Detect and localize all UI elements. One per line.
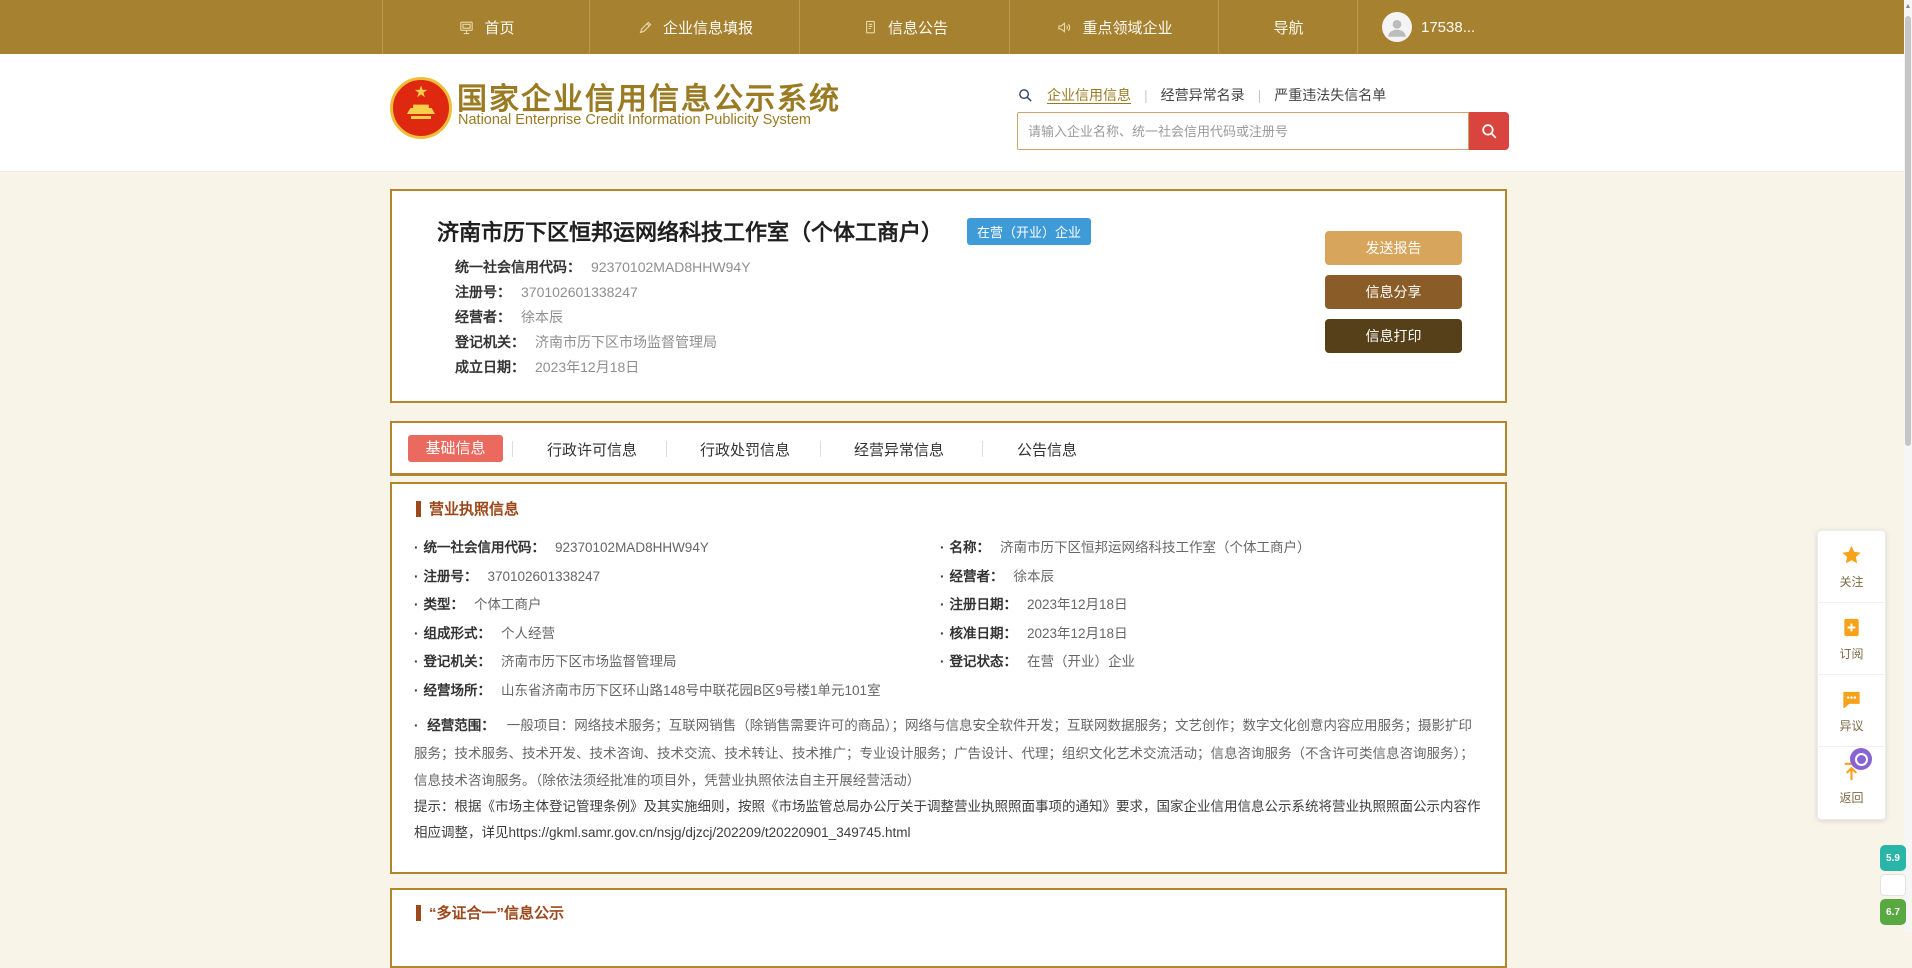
national-emblem-logo: ★ <box>390 77 452 139</box>
vertical-scrollbar: ▲ <box>1904 0 1912 932</box>
company-summary-card: 济南市历下区恒邦运网络科技工作室（个体工商户） 在营（开业）企业 统一社会信用代… <box>390 189 1507 403</box>
tab-admin-penalty[interactable]: 行政处罚信息 <box>675 439 815 460</box>
nav-item-report[interactable]: 企业信息填报 <box>589 0 800 54</box>
top-navbar: 首页 企业信息填报 信息公告 重点领域企业 导航 17538... <box>0 0 1912 54</box>
search-button[interactable] <box>1469 112 1509 150</box>
section-header: 营业执照信息 <box>416 498 519 519</box>
field-row: 登记机关：济南市历下区市场监督管理局 <box>414 648 936 677</box>
section-title: “多证合一”信息公示 <box>429 902 564 923</box>
search-input[interactable] <box>1017 112 1469 150</box>
company-name: 济南市历下区恒邦运网络科技工作室（个体工商户） <box>437 215 943 247</box>
field-row: 注册日期：2023年12月18日 <box>940 591 1485 620</box>
avatar-icon <box>1382 12 1412 42</box>
share-info-button[interactable]: 信息分享 <box>1325 275 1462 309</box>
site-header: ★ 国家企业信用信息公示系统 National Enterprise Credi… <box>0 54 1912 172</box>
score-badge-spacer <box>1880 874 1906 896</box>
subscribe-plus-icon <box>1840 616 1863 639</box>
company-row: 统一社会信用代码：92370102MAD8HHW94Y <box>455 255 751 280</box>
field-row: 经营者：徐本辰 <box>940 563 1485 592</box>
business-scope-value: 一般项目：网络技术服务；互联网销售（除销售需要许可的商品）；网络与信息安全软件开… <box>414 718 1474 788</box>
business-scope-row: 经营范围：一般项目：网络技术服务；互联网销售（除销售需要许可的商品）；网络与信息… <box>414 712 1482 795</box>
search-tab-violation-list[interactable]: 严重违法失信名单 <box>1274 85 1386 105</box>
speaker-icon <box>1056 19 1073 36</box>
field-row: 核准日期：2023年12月18日 <box>940 620 1485 649</box>
status-badge: 在营（开业）企业 <box>967 218 1091 245</box>
field-row: 统一社会信用代码：92370102MAD8HHW94Y <box>414 534 936 563</box>
field-row: 登记状态：在营（开业）企业 <box>940 648 1485 677</box>
search-icon <box>1017 87 1034 104</box>
license-fields-right: 名称：济南市历下区恒邦运网络科技工作室（个体工商户） 经营者：徐本辰 注册日期：… <box>940 534 1485 677</box>
nav-item-label: 导航 <box>1273 17 1303 38</box>
search-icon <box>1480 122 1499 141</box>
tab-separator: | <box>1258 87 1262 103</box>
search-tab-credit-info[interactable]: 企业信用信息 <box>1047 85 1131 105</box>
bulletin-icon <box>862 19 879 36</box>
tab-separator: | <box>1144 87 1148 103</box>
field-row: 组成形式：个人经营 <box>414 620 936 649</box>
pen-icon <box>637 19 654 36</box>
subscribe-button[interactable]: 订阅 <box>1818 603 1885 675</box>
star-icon <box>1840 544 1863 567</box>
scrollbar-thumb[interactable] <box>1905 16 1911 446</box>
chat-bubble-icon <box>1840 688 1863 711</box>
tab-announcement[interactable]: 公告信息 <box>992 439 1102 460</box>
search-category-tabs: 企业信用信息 | 经营异常名录 | 严重违法失信名单 <box>1017 84 1386 106</box>
objection-button[interactable]: 异议 <box>1818 675 1885 747</box>
nav-item-label: 重点领域企业 <box>1082 17 1172 38</box>
nav-item-key-enterprises[interactable]: 重点领域企业 <box>1009 0 1219 54</box>
tab-abnormal-operation[interactable]: 经营异常信息 <box>829 439 969 460</box>
company-row: 成立日期：2023年12月18日 <box>455 355 751 380</box>
company-row: 登记机关：济南市历下区市场监督管理局 <box>455 330 751 355</box>
monitor-icon <box>458 19 475 36</box>
scrollbar-up-arrow[interactable]: ▲ <box>1904 0 1912 14</box>
send-report-button[interactable]: 发送报告 <box>1325 231 1462 265</box>
section-header: “多证合一”信息公示 <box>416 902 564 923</box>
company-row: 经营者：徐本辰 <box>455 305 751 330</box>
license-notice: 提示：根据《市场主体登记管理条例》及其实施细则，按照《市场监管总局办公厅关于调整… <box>414 794 1482 846</box>
nav-item-bulletin[interactable]: 信息公告 <box>799 0 1010 54</box>
nav-item-home[interactable]: 首页 <box>382 0 590 54</box>
site-subtitle: National Enterprise Credit Information P… <box>458 112 811 128</box>
search-tab-abnormal-list[interactable]: 经营异常名录 <box>1161 85 1245 105</box>
follow-button[interactable]: 关注 <box>1818 531 1885 603</box>
field-row: 类型：个体工商户 <box>414 591 936 620</box>
print-info-button[interactable]: 信息打印 <box>1325 319 1462 353</box>
score-badge-top: 5.9 <box>1880 845 1906 871</box>
nav-item-navigation[interactable]: 导航 <box>1218 0 1358 54</box>
field-row: 注册号：370102601338247 <box>414 563 936 592</box>
floating-side-toolbar: 关注 订阅 异议 返回 <box>1817 530 1886 820</box>
nav-user-label: 17538... <box>1421 19 1475 36</box>
license-fields-left: 统一社会信用代码：92370102MAD8HHW94Y 注册号：37010260… <box>414 534 936 705</box>
score-overlay: 5.9 6.7 <box>1880 845 1906 928</box>
tab-admin-license[interactable]: 行政许可信息 <box>522 439 662 460</box>
business-license-card: 营业执照信息 统一社会信用代码：92370102MAD8HHW94Y 注册号：3… <box>390 482 1507 874</box>
company-row: 注册号：370102601338247 <box>455 280 751 305</box>
detail-tabs-bar: 基础信息 行政许可信息 行政处罚信息 经营异常信息 公告信息 <box>390 421 1507 476</box>
nav-item-label: 企业信息填报 <box>663 17 753 38</box>
section-title: 营业执照信息 <box>429 498 519 519</box>
field-row: 经营场所：山东省济南市历下区环山路148号中联花园B区9号楼1单元101室 <box>414 677 936 706</box>
nav-item-label: 信息公告 <box>888 17 948 38</box>
company-info-rows: 统一社会信用代码：92370102MAD8HHW94Y 注册号：37010260… <box>455 255 751 380</box>
tab-basic-info[interactable]: 基础信息 <box>408 435 503 462</box>
nav-user-account[interactable]: 17538... <box>1357 0 1677 54</box>
field-row: 名称：济南市历下区恒邦运网络科技工作室（个体工商户） <box>940 534 1485 563</box>
nav-item-label: 首页 <box>484 17 514 38</box>
multi-cert-card: “多证合一”信息公示 <box>390 888 1507 968</box>
score-badge-bottom: 6.7 <box>1880 899 1906 925</box>
extension-badge-icon[interactable] <box>1850 748 1872 770</box>
